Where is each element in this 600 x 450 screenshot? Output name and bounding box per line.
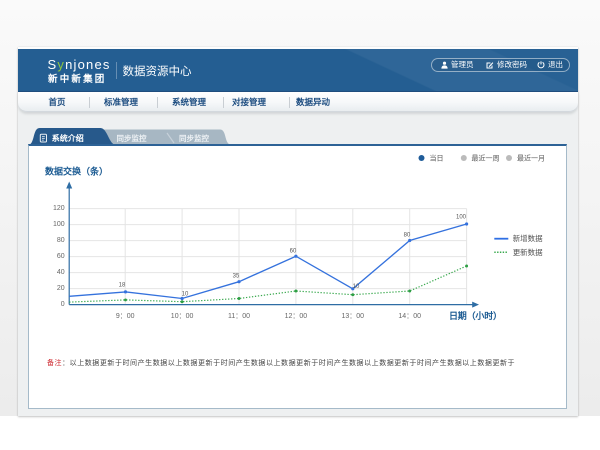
svg-text:14：00: 14：00 [398, 313, 421, 320]
svg-text:日期（小时）: 日期（小时） [449, 310, 502, 321]
svg-text:最近一月: 最近一月 [517, 154, 545, 163]
svg-text:60: 60 [290, 249, 297, 255]
svg-text:最近一周: 最近一周 [472, 154, 500, 163]
svg-text:更新数据: 更新数据 [513, 247, 543, 257]
svg-text:20: 20 [57, 285, 65, 292]
svg-text:系统介绍: 系统介绍 [52, 133, 84, 143]
svg-text:80: 80 [404, 233, 411, 239]
svg-text:当日: 当日 [430, 154, 444, 163]
svg-text:12：00: 12：00 [285, 313, 308, 320]
svg-text:10: 10 [353, 284, 360, 290]
svg-text:新增数据: 新增数据 [513, 233, 543, 243]
svg-text:13：00: 13：00 [342, 313, 365, 320]
svg-text:80: 80 [57, 237, 65, 244]
svg-text:10: 10 [182, 292, 189, 298]
svg-text:35: 35 [233, 274, 240, 280]
svg-text:18: 18 [119, 283, 126, 289]
svg-text:10：00: 10：00 [171, 313, 194, 320]
svg-text:11：00: 11：00 [228, 313, 250, 320]
svg-text:9：00: 9：00 [116, 313, 135, 320]
svg-text:同步监控: 同步监控 [179, 133, 209, 143]
svg-text:60: 60 [57, 253, 65, 260]
svg-text:100: 100 [456, 215, 467, 221]
svg-text:数据交换（条）: 数据交换（条） [45, 166, 108, 177]
svg-text:120: 120 [53, 205, 65, 212]
svg-text:40: 40 [57, 269, 65, 276]
svg-text:同步监控: 同步监控 [117, 133, 147, 143]
svg-text:100: 100 [53, 221, 65, 228]
svg-text:0: 0 [61, 301, 65, 308]
